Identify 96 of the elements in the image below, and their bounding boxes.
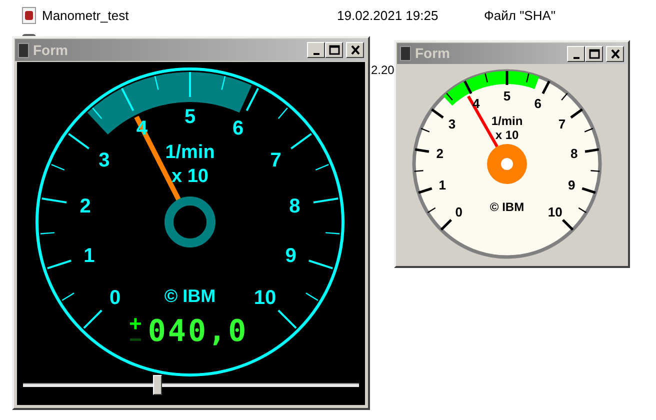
scale-label: 10 bbox=[254, 286, 276, 309]
scale-label: 5 bbox=[503, 88, 511, 104]
major-tick bbox=[68, 133, 90, 150]
major-tick bbox=[308, 260, 333, 270]
file-name: Manometr_test bbox=[42, 6, 130, 25]
window-title: Form bbox=[33, 40, 69, 60]
window-title: Form bbox=[415, 44, 451, 63]
maximize-icon bbox=[328, 44, 340, 56]
scale-label: 8 bbox=[289, 195, 300, 218]
maximize-icon bbox=[588, 48, 600, 60]
minor-tick bbox=[40, 232, 54, 234]
minor-tick bbox=[427, 207, 436, 214]
close-button[interactable] bbox=[346, 42, 364, 58]
minor-tick bbox=[154, 76, 159, 90]
close-button[interactable] bbox=[606, 46, 624, 62]
minimize-icon bbox=[572, 56, 580, 58]
major-tick bbox=[83, 310, 102, 329]
major-tick bbox=[278, 310, 297, 329]
scale-label: 1 bbox=[84, 244, 95, 267]
close-icon bbox=[608, 48, 622, 60]
minor-tick bbox=[526, 73, 530, 82]
minor-tick bbox=[51, 164, 65, 170]
minor-tick bbox=[590, 170, 600, 172]
multiplier-label: x 10 bbox=[495, 128, 519, 142]
digital-readout: 040,0 bbox=[148, 313, 248, 351]
minor-tick bbox=[306, 292, 318, 301]
minor-tick bbox=[315, 164, 329, 170]
major-tick bbox=[464, 80, 472, 94]
scale-label: 5 bbox=[184, 106, 196, 128]
brand-label: © IBM bbox=[490, 200, 524, 214]
minimize-button[interactable] bbox=[567, 46, 585, 62]
scale-label: 3 bbox=[448, 116, 456, 132]
major-tick bbox=[290, 133, 312, 150]
scale-label: 3 bbox=[98, 150, 110, 172]
major-tick bbox=[47, 260, 72, 270]
minor-tick bbox=[62, 292, 74, 301]
scale-label: 8 bbox=[570, 146, 578, 161]
close-icon bbox=[348, 44, 362, 56]
slider[interactable] bbox=[23, 374, 359, 396]
major-tick bbox=[246, 88, 259, 112]
chip-icon bbox=[18, 42, 29, 58]
major-tick bbox=[414, 148, 430, 153]
scale-label: 6 bbox=[534, 96, 542, 111]
scale-label: 2 bbox=[80, 195, 91, 218]
multiplier-label: x 10 bbox=[172, 166, 208, 187]
minor-tick bbox=[446, 92, 453, 101]
chip-icon bbox=[400, 46, 411, 61]
file-type: Файл "SHA" bbox=[484, 6, 556, 25]
minor-tick bbox=[561, 92, 568, 101]
file-icon bbox=[22, 7, 36, 24]
scale-label: 7 bbox=[270, 150, 282, 172]
brand-label: © IBM bbox=[164, 286, 216, 306]
plus-sign: + bbox=[129, 316, 142, 332]
major-tick bbox=[121, 88, 134, 112]
needle-hub bbox=[487, 144, 527, 184]
minor-tick bbox=[578, 207, 587, 214]
minor-tick bbox=[420, 128, 430, 132]
major-tick bbox=[542, 80, 550, 94]
scale-label: 9 bbox=[568, 178, 576, 193]
major-tick bbox=[42, 198, 67, 204]
major-tick bbox=[562, 218, 574, 231]
minimize-button[interactable] bbox=[307, 42, 325, 58]
major-tick bbox=[582, 187, 596, 194]
minor-tick bbox=[278, 108, 288, 119]
minimize-icon bbox=[312, 53, 320, 55]
scale-label: 0 bbox=[455, 204, 463, 220]
unit-label: 1/min bbox=[165, 142, 215, 163]
major-tick bbox=[313, 198, 338, 204]
minor-tick bbox=[221, 76, 226, 90]
major-tick bbox=[570, 108, 583, 119]
major-tick bbox=[431, 108, 444, 119]
major-tick bbox=[584, 148, 600, 153]
scale-label: 2 bbox=[436, 146, 444, 161]
major-tick bbox=[418, 187, 432, 194]
scale-label: 9 bbox=[285, 244, 296, 267]
maximize-button[interactable] bbox=[325, 42, 343, 58]
needle-hub bbox=[164, 196, 216, 248]
major-tick bbox=[440, 218, 452, 231]
file-date: 19.02.2021 19:25 bbox=[337, 6, 440, 25]
minor-tick bbox=[326, 232, 340, 234]
scale-label: 1 bbox=[438, 178, 446, 193]
scale-label: 0 bbox=[109, 286, 121, 309]
scale-label: 7 bbox=[558, 116, 566, 132]
minor-tick bbox=[584, 128, 594, 132]
maximize-button[interactable] bbox=[585, 46, 603, 62]
scale-label: 6 bbox=[232, 118, 244, 140]
scale-label: 10 bbox=[548, 204, 562, 220]
major-tick bbox=[189, 72, 191, 97]
unit-label: 1/min bbox=[491, 114, 523, 128]
minor-tick bbox=[484, 73, 488, 82]
minor-tick bbox=[92, 108, 102, 119]
slider-thumb[interactable] bbox=[153, 375, 162, 395]
major-tick bbox=[506, 71, 508, 85]
file-date: 2.20 bbox=[371, 62, 394, 78]
minor-tick bbox=[414, 170, 424, 172]
minus-sign: − bbox=[129, 332, 142, 348]
